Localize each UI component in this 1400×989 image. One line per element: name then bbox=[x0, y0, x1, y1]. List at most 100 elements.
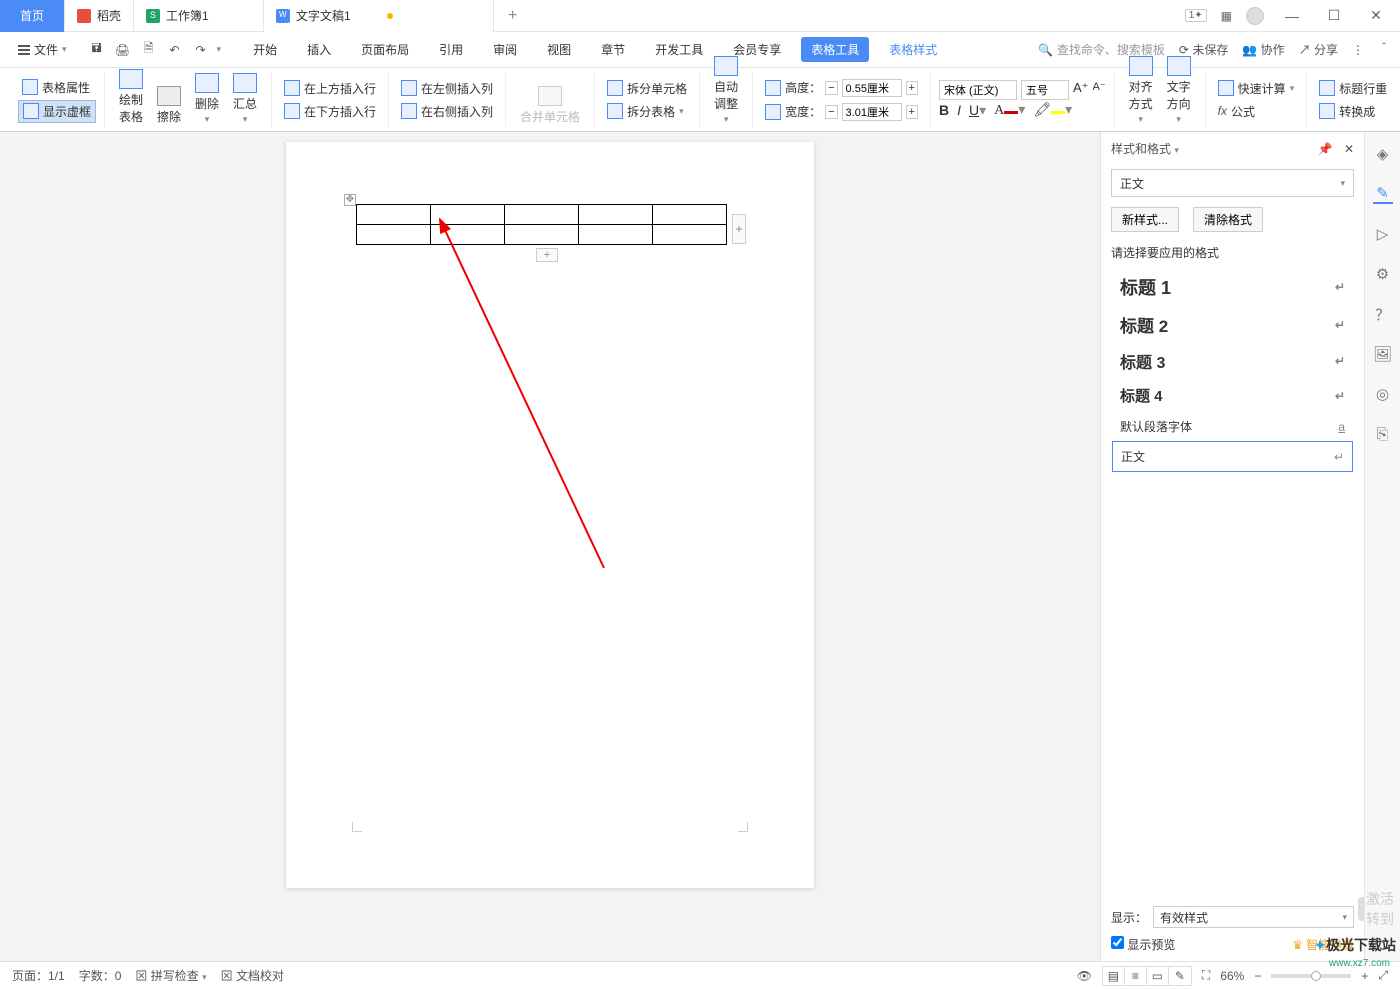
qat-print-button[interactable]: 🖨 bbox=[113, 40, 133, 60]
view-outline-button[interactable]: ≡ bbox=[1125, 967, 1147, 985]
minimize-button[interactable]: — bbox=[1278, 8, 1306, 24]
close-panel-button[interactable]: ✕ bbox=[1344, 142, 1354, 156]
insert-left-button[interactable]: 在左侧插入列 bbox=[397, 78, 497, 99]
maximize-button[interactable]: ☐ bbox=[1320, 7, 1348, 24]
side-diamond-icon[interactable]: ◈ bbox=[1373, 144, 1393, 164]
eye-icon[interactable]: 👁 bbox=[1077, 969, 1092, 983]
font-color-button[interactable]: A▾ bbox=[994, 102, 1025, 119]
underline-button[interactable]: U▾ bbox=[969, 102, 986, 120]
side-doc-icon[interactable]: ⎘ bbox=[1373, 424, 1393, 444]
draw-table-button[interactable]: 绘制表格 bbox=[113, 67, 149, 127]
menu-section[interactable]: 章节 bbox=[591, 37, 635, 62]
qat-save-button[interactable]: 🖬 bbox=[87, 40, 107, 60]
table-move-handle[interactable]: ✥ bbox=[344, 194, 356, 206]
style-heading2[interactable]: 标题 2↵ bbox=[1112, 306, 1353, 343]
tab-doc[interactable]: 文字文稿1 bbox=[264, 0, 494, 32]
avatar-icon[interactable] bbox=[1246, 7, 1264, 25]
show-preview-checkbox[interactable]: 显示预览 bbox=[1111, 936, 1175, 953]
menu-table-tools[interactable]: 表格工具 bbox=[801, 37, 869, 62]
summary-button[interactable]: 汇总▾ bbox=[227, 71, 263, 127]
zoom-slider[interactable] bbox=[1271, 974, 1351, 978]
highlight-button[interactable]: 🖍▾ bbox=[1033, 102, 1072, 119]
menu-view[interactable]: 视图 bbox=[537, 37, 581, 62]
menu-review[interactable]: 审阅 bbox=[483, 37, 527, 62]
col-width-control[interactable]: 宽度： − + bbox=[761, 101, 922, 123]
bold-button[interactable]: B bbox=[939, 102, 949, 120]
status-page[interactable]: 页面：1/1 bbox=[12, 967, 65, 984]
pin-button[interactable]: 📌 bbox=[1318, 142, 1333, 156]
zoom-label[interactable]: 66% bbox=[1220, 969, 1244, 983]
view-page-button[interactable]: ▤ bbox=[1103, 967, 1125, 985]
share-button[interactable]: ↗ 分享 bbox=[1299, 41, 1338, 58]
menu-start[interactable]: 开始 bbox=[243, 37, 287, 62]
convert-button[interactable]: 转换成 bbox=[1315, 101, 1391, 122]
side-select-icon[interactable]: ▷ bbox=[1373, 224, 1393, 244]
document-page[interactable]: ✥ + + bbox=[286, 142, 814, 888]
align-button[interactable]: 对齐方式▾ bbox=[1123, 54, 1159, 127]
new-tab-button[interactable]: + bbox=[494, 7, 531, 25]
tab-workbook[interactable]: 工作簿1 bbox=[134, 0, 264, 32]
row-height-control[interactable]: 高度： − + bbox=[761, 77, 922, 99]
style-heading3[interactable]: 标题 3↵ bbox=[1112, 343, 1353, 379]
insert-right-button[interactable]: 在右侧插入列 bbox=[397, 101, 497, 122]
close-button[interactable]: ✕ bbox=[1362, 7, 1390, 24]
status-spell[interactable]: ⊠ 拼写检查 ▾ bbox=[135, 967, 206, 984]
new-style-button[interactable]: 新样式... bbox=[1111, 207, 1179, 232]
style-default-font[interactable]: 默认段落字体a bbox=[1112, 412, 1353, 441]
show-border-button[interactable]: 显示虚框 bbox=[18, 100, 96, 123]
merge-cells-button[interactable]: 合并单元格 bbox=[514, 84, 586, 127]
delete-button[interactable]: 删除▾ bbox=[189, 71, 225, 127]
menu-insert[interactable]: 插入 bbox=[297, 37, 341, 62]
file-menu[interactable]: 文件 ▾ bbox=[10, 38, 75, 61]
menu-more-button[interactable]: ⋮ bbox=[1352, 43, 1364, 57]
height-input[interactable] bbox=[842, 79, 902, 97]
badge-icon[interactable]: 1✦ bbox=[1185, 9, 1207, 22]
table-props-button[interactable]: 表格属性 bbox=[18, 77, 96, 98]
add-column-button[interactable]: + bbox=[732, 214, 746, 244]
show-select[interactable]: 有效样式▾ bbox=[1153, 906, 1354, 928]
status-words[interactable]: 字数：0 bbox=[79, 967, 122, 984]
side-style-icon[interactable]: ✎ bbox=[1373, 184, 1393, 204]
text-dir-button[interactable]: 文字方向▾ bbox=[1161, 54, 1197, 127]
zoom-in-button[interactable]: + bbox=[1361, 969, 1368, 983]
menu-table-style[interactable]: 表格样式 bbox=[879, 37, 947, 62]
style-heading4[interactable]: 标题 4↵ bbox=[1112, 379, 1353, 412]
qat-preview-button[interactable]: 🗎 bbox=[139, 40, 159, 60]
formula-button[interactable]: fx 公式 bbox=[1214, 101, 1299, 122]
insert-above-button[interactable]: 在上方插入行 bbox=[280, 78, 380, 99]
insert-below-button[interactable]: 在下方插入行 bbox=[280, 101, 380, 122]
apps-icon[interactable]: ▦ bbox=[1221, 9, 1232, 23]
status-proof[interactable]: ⊠ 文档校对 bbox=[221, 967, 284, 984]
style-body[interactable]: 正文↵ bbox=[1112, 441, 1353, 472]
font-name-input[interactable] bbox=[939, 80, 1017, 100]
tab-dk[interactable]: 稻壳 bbox=[65, 0, 134, 32]
view-read-button[interactable]: ✎ bbox=[1169, 967, 1191, 985]
quick-calc-button[interactable]: 快速计算▾ bbox=[1214, 78, 1299, 99]
coop-button[interactable]: 👥 协作 bbox=[1242, 41, 1284, 58]
qat-redo-button[interactable]: ↷ bbox=[191, 40, 211, 60]
side-help-icon[interactable]: ？ bbox=[1373, 304, 1393, 324]
zoom-out-button[interactable]: − bbox=[1254, 969, 1261, 983]
clear-format-button[interactable]: 清除格式 bbox=[1193, 207, 1263, 232]
menu-layout[interactable]: 页面布局 bbox=[351, 37, 419, 62]
shrink-font-button[interactable]: A⁻ bbox=[1093, 80, 1106, 100]
italic-button[interactable]: I bbox=[957, 102, 961, 120]
tab-home[interactable]: 首页 bbox=[0, 0, 65, 32]
style-heading1[interactable]: 标题 1↵ bbox=[1112, 268, 1353, 306]
font-size-input[interactable] bbox=[1021, 80, 1069, 100]
eraser-button[interactable]: 擦除 bbox=[151, 84, 187, 127]
current-style-select[interactable]: 正文▾ bbox=[1111, 169, 1354, 197]
view-web-button[interactable]: ▭ bbox=[1147, 967, 1169, 985]
side-settings-icon[interactable]: ⚙ bbox=[1373, 264, 1393, 284]
fullscreen-button[interactable]: ⤢ bbox=[1378, 968, 1388, 983]
autofit-button[interactable]: 自动调整▾ bbox=[708, 54, 744, 127]
menu-ref[interactable]: 引用 bbox=[429, 37, 473, 62]
split-cells-button[interactable]: 拆分单元格 bbox=[603, 78, 691, 99]
menu-dev[interactable]: 开发工具 bbox=[645, 37, 713, 62]
side-image-icon[interactable]: 🖼 bbox=[1373, 344, 1393, 364]
grow-font-button[interactable]: A⁺ bbox=[1073, 80, 1089, 100]
collapse-ribbon-button[interactable]: ＾ bbox=[1378, 41, 1390, 58]
qat-undo-button[interactable]: ↶ bbox=[165, 40, 185, 60]
width-input[interactable] bbox=[842, 103, 902, 121]
header-row-button[interactable]: 标题行重 bbox=[1315, 78, 1391, 99]
